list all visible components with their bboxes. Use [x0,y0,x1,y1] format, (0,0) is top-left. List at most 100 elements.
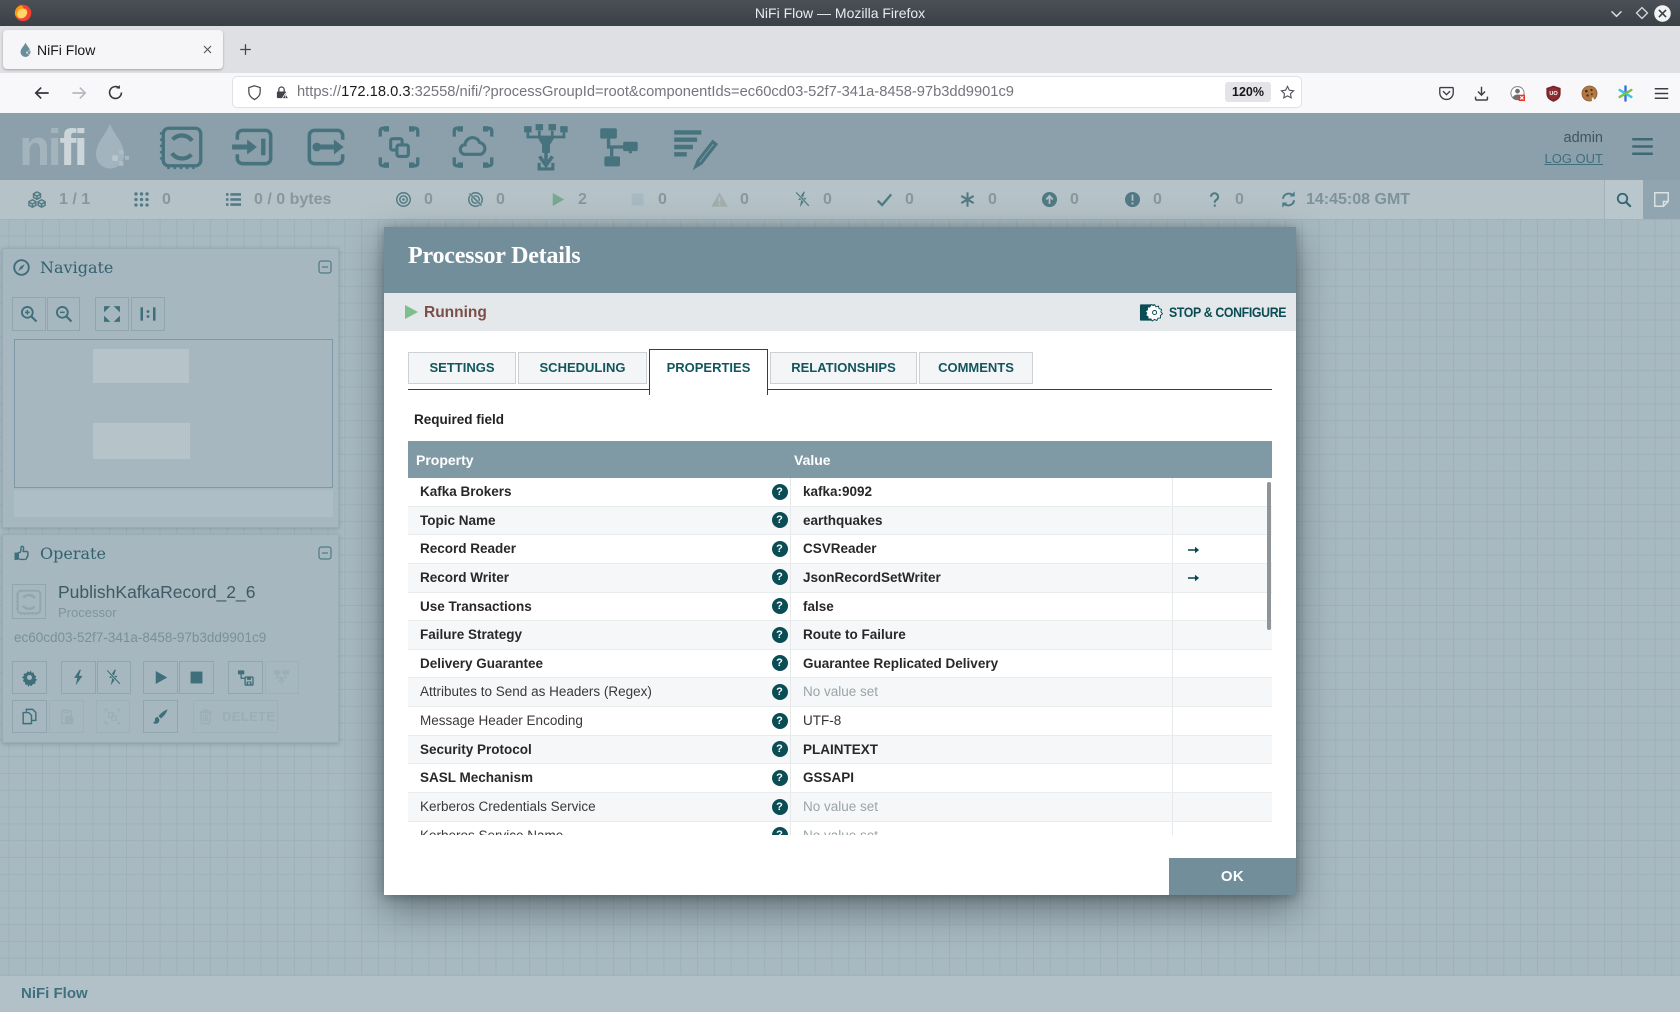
table-scrollbar[interactable] [1266,482,1271,630]
download-icon[interactable] [1472,84,1492,104]
property-help-icon[interactable]: ? [771,483,788,500]
configure-gear-button[interactable] [12,661,47,694]
tab-comments[interactable]: COMMENTS [919,351,1033,384]
window-close-icon[interactable] [1653,4,1672,23]
zoom-level-badge[interactable]: 120% [1225,82,1271,102]
stop-and-configure-button[interactable]: STOP & CONFIGURE [1139,293,1286,331]
property-row[interactable]: Kerberos Credentials Service? No value se… [408,793,1272,822]
collapse-operate-icon[interactable] [317,545,333,561]
property-value[interactable]: earthquakes [803,507,883,535]
property-value[interactable]: kafka:9092 [803,478,872,506]
stop-square-button[interactable] [179,661,214,694]
breadcrumb-item[interactable]: NiFi Flow [21,985,88,1002]
property-row[interactable]: Message Header Encoding? UTF-8 [408,707,1272,736]
property-row[interactable]: Delivery Guarantee? Guarantee Replicated … [408,649,1272,679]
start-play-button[interactable] [143,661,178,694]
go-to-service-icon[interactable] [1184,571,1203,585]
property-help-icon[interactable]: ? [771,598,788,615]
property-value[interactable]: Guarantee Replicated Delivery [803,650,998,678]
tab-scheduling[interactable]: SCHEDULING [518,351,647,384]
zoom-actual-button[interactable] [131,297,165,331]
ublock-shield-icon[interactable] [1544,84,1564,104]
collapse-navigate-icon[interactable] [317,259,333,275]
property-value[interactable]: PLAINTEXT [803,736,878,764]
property-value[interactable]: CSVReader [803,535,877,563]
property-help-icon[interactable]: ? [771,769,788,786]
url-text[interactable]: https://172.18.0.3:32558/nifi/?processGr… [297,77,1014,107]
property-help-icon[interactable]: ? [771,569,788,586]
property-help-icon[interactable]: ? [771,741,788,758]
property-row[interactable]: Attributes to Send as Headers (Regex)? No… [408,678,1272,708]
property-row[interactable]: Record Reader? CSVReader [408,535,1272,564]
tab-close-icon[interactable] [201,43,214,56]
forward-icon[interactable] [69,83,89,103]
property-help-icon[interactable]: ? [771,827,788,835]
reload-icon[interactable] [106,83,125,102]
property-help-icon[interactable]: ? [771,540,788,557]
property-value[interactable]: GSSAPI [803,764,854,792]
zoom-in-button[interactable] [12,297,46,331]
property-help-icon[interactable]: ? [771,683,788,700]
tab-properties[interactable]: PROPERTIES [649,348,768,395]
back-icon[interactable] [32,83,52,103]
color-asterisk-icon[interactable] [1616,84,1636,104]
window-titlebar[interactable]: NiFi Flow — Mozilla Firefox [0,0,1680,26]
property-row[interactable]: Failure Strategy? Route to Failure [408,621,1272,650]
process-group-tool-icon[interactable] [374,122,424,172]
template-tool-icon[interactable] [595,122,645,172]
global-menu-icon[interactable] [1628,132,1657,161]
property-help-icon[interactable]: ? [771,512,788,529]
bulletin-board-button[interactable] [1643,180,1680,219]
property-row[interactable]: Kerberos Service Name? No value set [408,821,1272,835]
window-maximize-icon[interactable] [1634,5,1650,21]
account-key-icon[interactable] [1508,84,1528,104]
property-row[interactable]: SASL Mechanism? GSSAPI [408,764,1272,794]
funnel-tool-icon[interactable] [521,122,571,172]
tab-settings[interactable]: SETTINGS [408,351,516,384]
property-help-icon[interactable]: ? [771,626,788,643]
property-row[interactable]: Kafka Brokers? kafka:9092 [408,478,1272,507]
zoom-out-button[interactable] [47,297,80,331]
cookie-icon[interactable] [1580,84,1600,104]
pocket-icon[interactable] [1437,84,1457,104]
window-minimize-icon[interactable] [1608,5,1625,22]
change-color-brush-button[interactable] [143,700,178,733]
property-help-icon[interactable]: ? [771,712,788,729]
refresh-icon[interactable] [1279,180,1298,219]
property-value[interactable]: No value set [803,822,878,835]
zoom-fit-button[interactable] [95,297,129,331]
property-value[interactable]: No value set [803,678,878,706]
enable-lightning-button[interactable] [61,661,96,694]
property-row[interactable]: Use Transactions? false [408,592,1272,622]
search-button[interactable] [1605,180,1643,219]
logout-link[interactable]: LOG OUT [1544,151,1603,166]
tracking-shield-icon[interactable] [246,84,263,101]
birdseye-brush[interactable] [14,490,333,517]
tab-relationships[interactable]: RELATIONSHIPS [770,351,917,384]
remote-process-group-tool-icon[interactable] [448,122,498,172]
copy-button[interactable] [12,700,47,733]
processor-tool-icon[interactable] [157,122,207,172]
new-tab-icon[interactable] [237,41,254,58]
label-tool-icon[interactable] [669,122,719,172]
property-value[interactable]: UTF-8 [803,707,841,735]
property-value[interactable]: No value set [803,793,878,821]
disable-lightning-slash-button[interactable] [96,661,132,694]
property-row[interactable]: Security Protocol? PLAINTEXT [408,735,1272,765]
input-port-tool-icon[interactable] [229,122,279,172]
go-to-service-icon[interactable] [1184,543,1203,557]
property-help-icon[interactable]: ? [771,798,788,815]
menu-hamburger-icon[interactable] [1652,84,1672,104]
lock-warning-icon[interactable] [273,84,290,101]
property-value[interactable]: Route to Failure [803,621,906,649]
property-help-icon[interactable]: ? [771,655,788,672]
ok-button[interactable]: OK [1169,858,1296,895]
property-row[interactable]: Record Writer? JsonRecordSetWriter [408,563,1272,593]
url-bar[interactable]: https://172.18.0.3:32558/nifi/?processGr… [232,76,1302,108]
browser-tab[interactable]: NiFi Flow [3,30,223,69]
property-value[interactable]: false [803,593,834,621]
property-value[interactable]: JsonRecordSetWriter [803,564,941,592]
property-row[interactable]: Topic Name? earthquakes [408,506,1272,536]
output-port-tool-icon[interactable] [301,122,351,172]
bookmark-star-icon[interactable] [1279,84,1296,101]
